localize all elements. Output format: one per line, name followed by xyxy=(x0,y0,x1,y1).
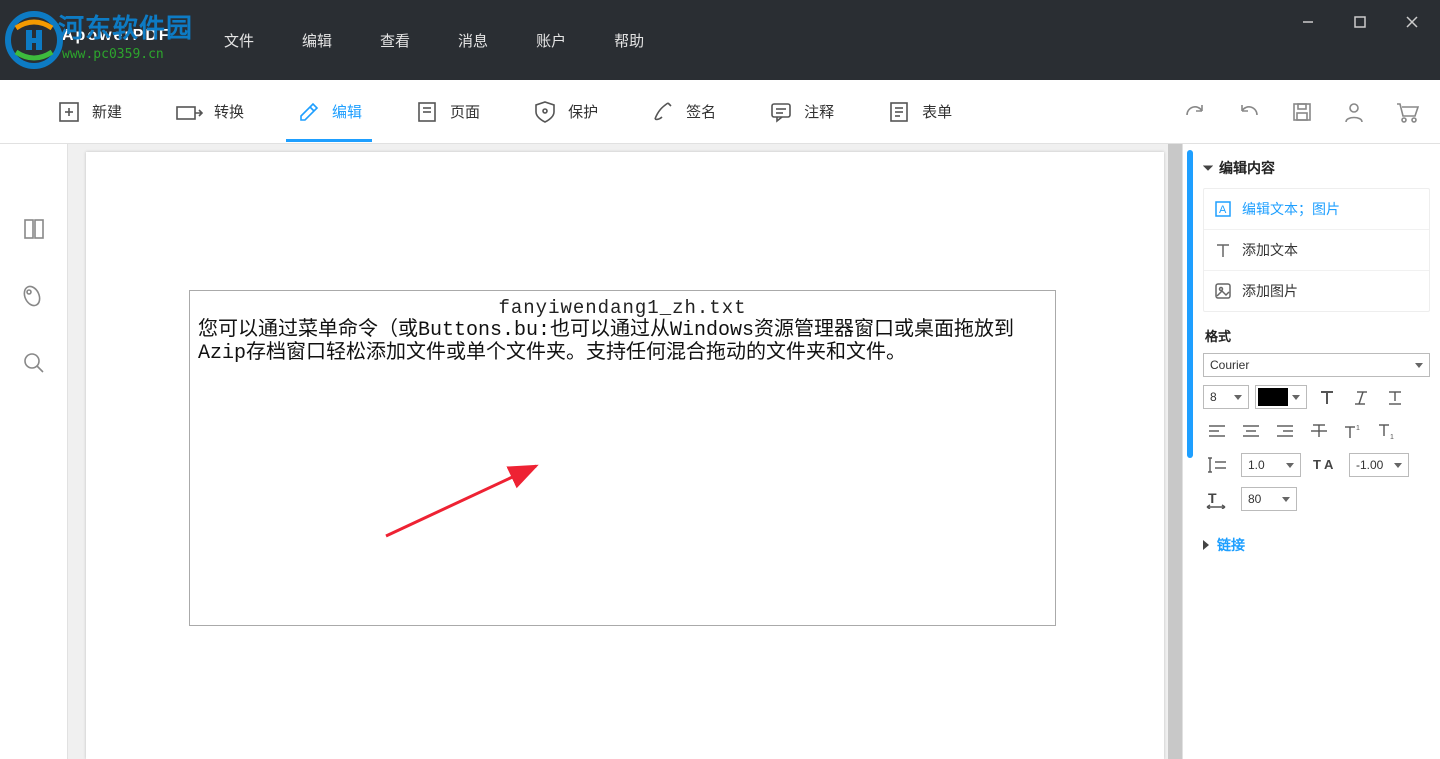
align-right-button[interactable] xyxy=(1271,419,1299,443)
logo-icon xyxy=(4,10,64,70)
tool-protect[interactable]: 保护 xyxy=(528,83,602,141)
menu-file[interactable]: 文件 xyxy=(224,30,254,51)
tool-comment[interactable]: 注释 xyxy=(764,83,838,141)
document-line1: 您可以通过菜单命令（或Buttons.bu:也可以通过从Windows资源管理器… xyxy=(198,319,1047,342)
text-block[interactable]: fanyiwendang1_zh.txt 您可以通过菜单命令（或Buttons.… xyxy=(189,290,1056,626)
search-button[interactable] xyxy=(21,350,47,381)
edit-options: A 编辑文本；图片 添加文本 添加图片 xyxy=(1203,188,1430,312)
minimize-button[interactable] xyxy=(1288,8,1328,36)
svg-text:1: 1 xyxy=(1356,425,1360,432)
font-color-select[interactable] xyxy=(1255,385,1307,409)
annotation-arrow-icon xyxy=(376,456,556,546)
color-swatch xyxy=(1258,388,1288,406)
title-bar: ApowerPDF 河东软件园 www.pc0359.cn 文件 编辑 查看 消… xyxy=(0,0,1440,80)
caret-icon xyxy=(1286,463,1294,468)
line-height-icon xyxy=(1203,453,1231,477)
triangle-right-icon xyxy=(1203,540,1209,550)
font-family-select[interactable]: Courier xyxy=(1203,353,1430,377)
strikethrough-button[interactable] xyxy=(1305,419,1333,443)
tool-page[interactable]: 页面 xyxy=(410,83,484,141)
left-sidebar xyxy=(0,144,68,759)
superscript-button[interactable]: 1 xyxy=(1339,419,1367,443)
undo-button[interactable] xyxy=(1236,101,1262,123)
svg-text:1: 1 xyxy=(1390,434,1394,440)
document-line2: Azip存档窗口轻松添加文件或单个文件夹。支持任何混合拖动的文件夹和文件。 xyxy=(198,342,1047,365)
tool-sign[interactable]: 签名 xyxy=(646,83,720,141)
underline-button[interactable] xyxy=(1381,385,1409,409)
char-spacing-icon: TA xyxy=(1311,453,1339,477)
caret-icon xyxy=(1292,395,1300,400)
tool-convert[interactable]: 转换 xyxy=(170,83,248,141)
tool-edit[interactable]: 编辑 xyxy=(292,83,366,141)
format-label: 格式 xyxy=(1205,326,1430,345)
opt-edit-text-image[interactable]: A 编辑文本；图片 xyxy=(1204,189,1429,230)
opt-add-image[interactable]: 添加图片 xyxy=(1204,271,1429,311)
redo-button[interactable] xyxy=(1182,101,1208,123)
align-center-button[interactable] xyxy=(1237,419,1265,443)
menu-bar: 文件 编辑 查看 消息 账户 帮助 xyxy=(224,30,644,51)
opt-add-text[interactable]: 添加文本 xyxy=(1204,230,1429,271)
menu-edit[interactable]: 编辑 xyxy=(302,30,332,51)
menu-view[interactable]: 查看 xyxy=(380,30,410,51)
section-edit-content[interactable]: 编辑内容 xyxy=(1203,152,1430,184)
line-height-select[interactable]: 1.0 xyxy=(1241,453,1301,477)
horizontal-scale-select[interactable]: 80 xyxy=(1241,487,1297,511)
svg-text:A: A xyxy=(1324,457,1334,472)
svg-text:T: T xyxy=(1208,490,1217,506)
italic-button[interactable] xyxy=(1347,385,1375,409)
window-controls xyxy=(1288,8,1432,36)
account-button[interactable] xyxy=(1342,100,1366,124)
thumbnails-button[interactable] xyxy=(21,216,47,247)
maximize-button[interactable] xyxy=(1340,8,1380,36)
menu-account[interactable]: 账户 xyxy=(536,30,566,51)
toolbar: 新建 转换 编辑 页面 保护 签名 注释 表单 xyxy=(0,80,1440,144)
cart-button[interactable] xyxy=(1394,100,1420,124)
watermark-url: www.pc0359.cn xyxy=(62,47,171,62)
toolbar-right xyxy=(1182,100,1420,124)
align-left-button[interactable] xyxy=(1203,419,1231,443)
watermark-overlay: 河东软件园 xyxy=(58,8,193,45)
bookmarks-button[interactable] xyxy=(21,283,47,314)
svg-text:A: A xyxy=(1219,204,1227,216)
save-button[interactable] xyxy=(1290,100,1314,124)
page: fanyiwendang1_zh.txt 您可以通过菜单命令（或Buttons.… xyxy=(86,152,1164,759)
caret-icon xyxy=(1415,363,1423,368)
horizontal-scale-icon: T xyxy=(1203,487,1231,511)
main-area: fanyiwendang1_zh.txt 您可以通过菜单命令（或Buttons.… xyxy=(0,144,1440,759)
caret-icon xyxy=(1282,497,1290,502)
caret-icon xyxy=(1234,395,1242,400)
svg-text:T: T xyxy=(1313,457,1321,472)
bold-button[interactable] xyxy=(1313,385,1341,409)
section-links[interactable]: 链接 xyxy=(1203,529,1430,561)
char-spacing-select[interactable]: -1.00 xyxy=(1349,453,1409,477)
subscript-button[interactable]: 1 xyxy=(1373,419,1401,443)
close-button[interactable] xyxy=(1392,8,1432,36)
document-canvas[interactable]: fanyiwendang1_zh.txt 您可以通过菜单命令（或Buttons.… xyxy=(68,144,1182,759)
menu-message[interactable]: 消息 xyxy=(458,30,488,51)
tool-form[interactable]: 表单 xyxy=(882,83,956,141)
document-filename: fanyiwendang1_zh.txt xyxy=(198,297,1047,319)
menu-help[interactable]: 帮助 xyxy=(614,30,644,51)
caret-icon xyxy=(1394,463,1402,468)
font-size-select[interactable]: 8 xyxy=(1203,385,1249,409)
tool-new[interactable]: 新建 xyxy=(52,83,126,141)
right-panel: 编辑内容 A 编辑文本；图片 添加文本 添加图片 格式 Courier xyxy=(1182,144,1440,759)
